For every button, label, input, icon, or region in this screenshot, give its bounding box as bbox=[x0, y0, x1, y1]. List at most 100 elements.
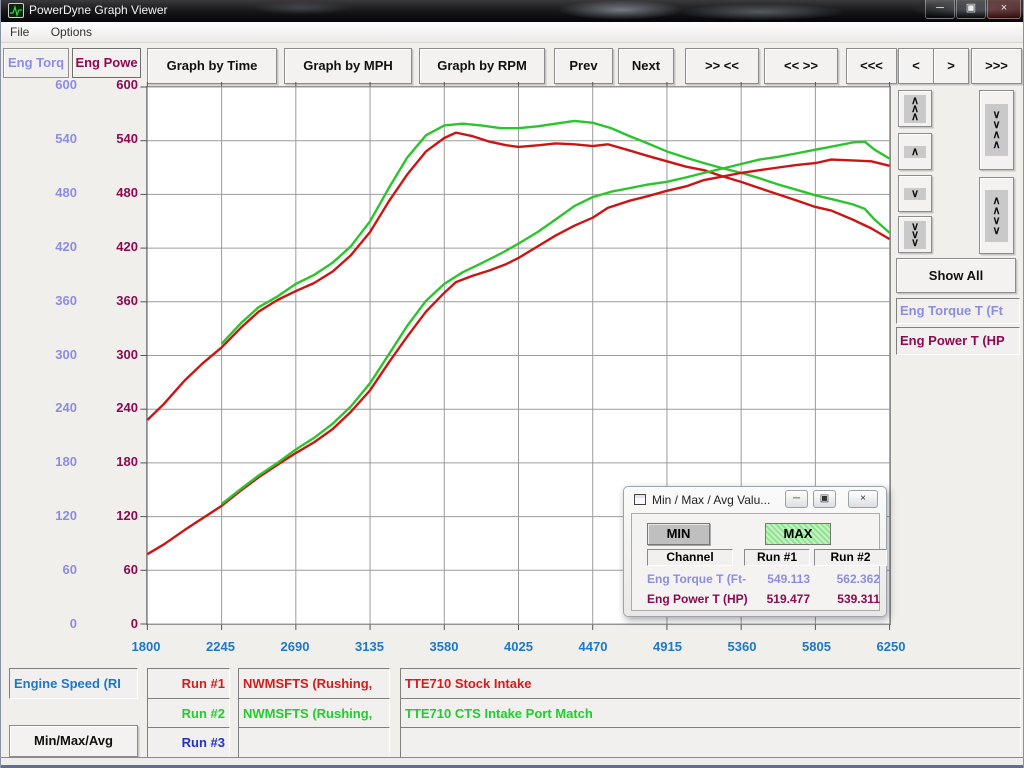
menu-file[interactable]: File bbox=[1, 22, 38, 42]
minmax-window-icon bbox=[634, 494, 646, 505]
run1-file-box[interactable]: NWMSFTS (Rushing, bbox=[238, 668, 390, 699]
tab-eng-torque[interactable]: Eng Torq bbox=[3, 48, 69, 78]
minmax-row-torque-run2: 562.362 bbox=[814, 572, 880, 586]
chevron-up-icon: ∧ bbox=[904, 146, 926, 158]
rpm-tick-label: 1800 bbox=[132, 639, 161, 654]
torque-tick-label: 300 bbox=[1, 347, 77, 362]
run1-description-box[interactable]: TTE710 Stock Intake bbox=[400, 668, 1021, 699]
torque-tick-label: 180 bbox=[1, 454, 77, 469]
triple-chevron-up-icon: ∧ ∧ ∧ bbox=[904, 95, 926, 123]
max-toggle-button[interactable]: MAX bbox=[765, 523, 831, 545]
torque-tick-label: 60 bbox=[1, 562, 77, 577]
show-all-button[interactable]: Show All bbox=[896, 258, 1016, 293]
y-scroll-down-button[interactable]: ∨ bbox=[898, 175, 932, 212]
graph-by-rpm-button[interactable]: Graph by RPM bbox=[419, 48, 545, 84]
title-bar[interactable]: PowerDyne Graph Viewer ─ ▣ × bbox=[1, 0, 1024, 22]
torque-tick-label: 120 bbox=[1, 508, 77, 523]
tab-eng-power[interactable]: Eng Powe bbox=[72, 48, 141, 78]
minmax-row-torque-channel: Eng Torque T (Ft- bbox=[647, 572, 746, 586]
step-right-button[interactable]: > bbox=[933, 48, 969, 84]
column-header-run1: Run #1 bbox=[744, 549, 810, 566]
minimize-button-icon[interactable]: ─ bbox=[925, 0, 955, 19]
rpm-tick-label: 2690 bbox=[281, 639, 310, 654]
graph-by-mph-button[interactable]: Graph by MPH bbox=[284, 48, 412, 84]
power-tick-label: 300 bbox=[81, 347, 138, 362]
app-icon bbox=[8, 3, 24, 18]
torque-channel-box[interactable]: Eng Torque T (Ft bbox=[896, 298, 1020, 324]
power-channel-box[interactable]: Eng Power T (HP bbox=[896, 327, 1020, 355]
power-tick-label: 480 bbox=[81, 185, 138, 200]
run2-file-box[interactable]: NWMSFTS (Rushing, bbox=[238, 698, 390, 729]
menu-options[interactable]: Options bbox=[42, 22, 101, 42]
minmax-row-torque-run1: 549.113 bbox=[744, 572, 810, 586]
torque-tick-label: 600 bbox=[1, 77, 77, 92]
series-run-2-eng-power-t-hp- bbox=[222, 142, 890, 504]
prev-button[interactable]: Prev bbox=[554, 48, 613, 84]
torque-tick-label: 540 bbox=[1, 131, 77, 146]
page-left-button[interactable]: <<< bbox=[846, 48, 897, 84]
menu-bar: File Options bbox=[1, 22, 1024, 43]
rpm-tick-label: 2245 bbox=[206, 639, 235, 654]
power-axis-labels: 060120180240300360420480540600 bbox=[81, 0, 138, 768]
close-button-icon[interactable]: × bbox=[987, 0, 1021, 19]
y-expand-range-button[interactable]: ∧ ∧ ∨ ∨ bbox=[979, 177, 1014, 254]
rpm-tick-label: 5360 bbox=[728, 639, 757, 654]
chevrons-inward-icon: ∨ ∨ ∧ ∧ bbox=[985, 104, 1007, 156]
power-tick-label: 600 bbox=[81, 77, 138, 92]
min-toggle-button[interactable]: MIN bbox=[647, 523, 710, 545]
zoom-out-x-button[interactable]: << >> bbox=[764, 48, 838, 84]
column-header-channel: Channel bbox=[647, 549, 733, 566]
run3-label-box[interactable]: Run #3 bbox=[147, 727, 230, 758]
torque-axis-labels: 0 60 120 180 240 300 360 420 480 540 600 bbox=[1, 0, 77, 768]
x-channel-box[interactable]: Engine Speed (RI bbox=[9, 668, 138, 699]
run1-label-box[interactable]: Run #1 bbox=[147, 668, 230, 699]
minmax-window-title: Min / Max / Avg Valu... bbox=[652, 493, 770, 507]
app-window: PowerDyne Graph Viewer ─ ▣ × File Option… bbox=[0, 0, 1024, 768]
power-tick-label: 60 bbox=[81, 562, 138, 577]
torque-tick-label: 240 bbox=[1, 400, 77, 415]
chevron-down-icon: ∨ bbox=[904, 188, 926, 200]
power-tick-label: 120 bbox=[81, 508, 138, 523]
rpm-tick-label: 5805 bbox=[802, 639, 831, 654]
power-tick-label: 540 bbox=[81, 131, 138, 146]
minmaxavg-button[interactable]: Min/Max/Avg bbox=[9, 725, 138, 757]
torque-tick-label: 0 bbox=[1, 616, 77, 631]
torque-tick-label: 360 bbox=[1, 293, 77, 308]
minmax-row-power-run1: 519.477 bbox=[744, 592, 810, 606]
zoom-in-x-button[interactable]: >> << bbox=[685, 48, 759, 84]
run3-file-box[interactable] bbox=[238, 727, 390, 758]
restore-button-icon[interactable]: ▣ bbox=[956, 0, 986, 19]
y-scroll-down-fast-button[interactable]: ∨ ∨ ∨ bbox=[898, 216, 932, 253]
power-tick-label: 240 bbox=[81, 400, 138, 415]
triple-chevron-down-icon: ∨ ∨ ∨ bbox=[904, 221, 926, 249]
minmax-minimize-icon[interactable]: ─ bbox=[785, 490, 808, 508]
minmax-row-power-run2: 539.311 bbox=[814, 592, 880, 606]
step-left-button[interactable]: < bbox=[898, 48, 934, 84]
rpm-tick-label: 3135 bbox=[355, 639, 384, 654]
run2-label-box[interactable]: Run #2 bbox=[147, 698, 230, 729]
y-scroll-up-button[interactable]: ∧ bbox=[898, 133, 932, 170]
run3-description-box[interactable] bbox=[400, 727, 1021, 758]
power-tick-label: 0 bbox=[81, 616, 138, 631]
minmax-restore-icon[interactable]: ▣ bbox=[813, 490, 836, 508]
graph-by-time-button[interactable]: Graph by Time bbox=[147, 48, 277, 84]
rpm-axis-labels: 1800224526903135358040254470491553605805… bbox=[146, 639, 891, 657]
page-right-button[interactable]: >>> bbox=[971, 48, 1022, 84]
rpm-tick-label: 4470 bbox=[579, 639, 608, 654]
run2-description-box[interactable]: TTE710 CTS Intake Port Match bbox=[400, 698, 1021, 729]
power-tick-label: 360 bbox=[81, 293, 138, 308]
column-header-run2: Run #2 bbox=[814, 549, 887, 566]
rpm-tick-label: 3580 bbox=[430, 639, 459, 654]
minmax-close-icon[interactable]: × bbox=[848, 490, 878, 508]
y-scroll-up-fast-button[interactable]: ∧ ∧ ∧ bbox=[898, 90, 932, 127]
next-button[interactable]: Next bbox=[618, 48, 674, 84]
minmax-values-window[interactable]: Min / Max / Avg Valu... ─ ▣ × MIN MAX Ch… bbox=[623, 486, 887, 617]
torque-tick-label: 420 bbox=[1, 239, 77, 254]
rpm-tick-label: 6250 bbox=[877, 639, 906, 654]
minmax-row-power-channel: Eng Power T (HP) bbox=[647, 592, 748, 606]
y-contract-range-button[interactable]: ∨ ∨ ∧ ∧ bbox=[979, 90, 1014, 170]
torque-tick-label: 480 bbox=[1, 185, 77, 200]
minmax-content: MIN MAX Channel Run #1 Run #2 Eng Torque… bbox=[631, 513, 880, 611]
rpm-tick-label: 4915 bbox=[653, 639, 682, 654]
power-tick-label: 420 bbox=[81, 239, 138, 254]
